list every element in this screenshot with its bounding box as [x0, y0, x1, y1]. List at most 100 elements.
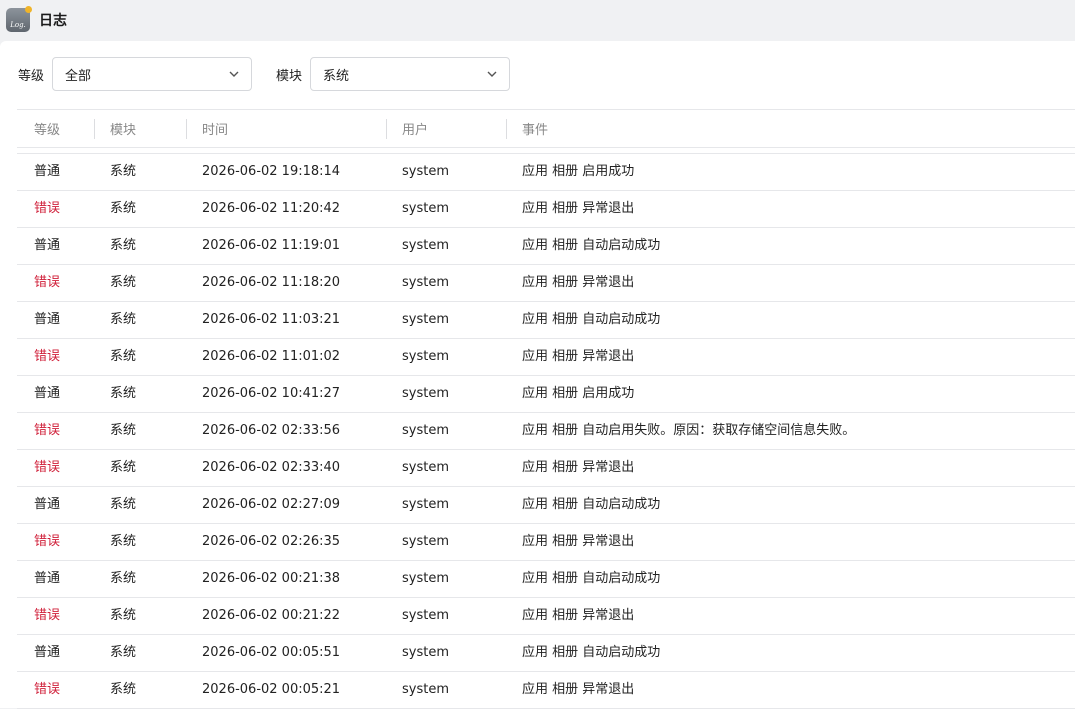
log-time: 2026-06-02 11:19:01 — [202, 238, 341, 253]
log-time: 2026-06-02 11:03:21 — [202, 312, 341, 327]
column-header-module[interactable]: 模块 — [110, 110, 136, 147]
table-row[interactable]: 普通 系统 2026-06-02 11:03:21 system 应用 相册 自动启动成… — [17, 302, 1075, 339]
column-header-time[interactable]: 时间 — [202, 110, 228, 147]
table-row[interactable]: 普通 系统 2026-06-02 11:19:01 system 应用 相册 自动启动成… — [17, 228, 1075, 265]
log-event: 应用 相册 自动启动成功 — [522, 497, 661, 512]
log-user: system — [402, 386, 449, 401]
log-event: 应用 相册 自动启动成功 — [522, 645, 661, 660]
log-level: 普通 — [34, 571, 61, 586]
table-row[interactable]: 错误 系统 2026-06-02 11:18:20 system 应用 相册 异常退出 — [17, 265, 1075, 302]
log-user: system — [402, 312, 449, 327]
column-header-event[interactable]: 事件 — [522, 110, 548, 147]
log-user: system — [402, 571, 449, 586]
table-row[interactable]: 错误 系统 2026-06-02 11:20:42 system 应用 相册 异常退出 — [17, 191, 1075, 228]
level-filter-value: 全部 — [65, 68, 92, 84]
log-module: 系统 — [110, 386, 137, 401]
table-row[interactable]: 错误 系统 2026-06-02 02:33:40 system 应用 相册 异常退出 — [17, 450, 1075, 487]
badge-dot-icon — [25, 6, 32, 13]
log-event: 应用 相册 自动启动成功 — [522, 238, 661, 253]
table-row[interactable]: 普通 系统 2026-06-02 00:05:51 system 应用 相册 自动启动成… — [17, 635, 1075, 672]
log-event: 应用 相册 异常退出 — [522, 460, 635, 475]
log-event: 应用 相册 异常退出 — [522, 275, 635, 290]
log-time: 2026-06-02 02:27:09 — [202, 497, 341, 512]
table-row[interactable]: 错误 系统 2026-06-02 11:01:02 system 应用 相册 异常退出 — [17, 339, 1075, 376]
log-user: system — [402, 645, 449, 660]
log-user: system — [402, 201, 449, 216]
log-user: system — [402, 238, 449, 253]
log-event: 应用 相册 异常退出 — [522, 201, 635, 216]
module-filter-select[interactable]: 系统 — [310, 57, 511, 91]
log-level: 普通 — [34, 645, 61, 660]
log-module: 系统 — [110, 682, 137, 697]
table-row[interactable]: 普通 系统 2026-06-02 19:18:14 system 应用 相册 启用成功 — [17, 154, 1075, 191]
log-time: 2026-06-02 11:20:42 — [202, 201, 341, 216]
log-level: 错误 — [34, 682, 61, 697]
log-module: 系统 — [110, 497, 137, 512]
column-divider[interactable] — [506, 119, 507, 139]
log-event: 应用 相册 异常退出 — [522, 534, 635, 549]
log-time: 2026-06-02 10:41:27 — [202, 386, 341, 401]
app-icon-text: Log. — [10, 21, 26, 29]
log-user: system — [402, 460, 449, 475]
table-row[interactable]: 错误 系统 2026-06-02 00:05:21 system 应用 相册 异常退出 — [17, 672, 1075, 709]
log-level: 普通 — [34, 312, 61, 327]
log-event: 应用 相册 自动启动成功 — [522, 312, 661, 327]
log-module: 系统 — [110, 238, 137, 253]
table-header: 等级 模块 时间 用户 事件 — [17, 109, 1075, 148]
log-module: 系统 — [110, 534, 137, 549]
column-header-user[interactable]: 用户 — [402, 110, 428, 147]
log-user: system — [402, 275, 449, 290]
table-row[interactable]: 错误 系统 2026-06-02 02:33:56 system 应用 相册 自动启用失… — [17, 413, 1075, 450]
log-time: 2026-06-02 11:18:20 — [202, 275, 341, 290]
log-time: 2026-06-02 00:05:51 — [202, 645, 341, 660]
table-row[interactable]: 普通 系统 2026-06-02 00:21:38 system 应用 相册 自动启动成… — [17, 561, 1075, 598]
table-row[interactable]: 错误 系统 2026-06-02 00:21:22 system 应用 相册 异常退出 — [17, 598, 1075, 635]
log-table: 等级 模块 时间 用户 事件 普通 系统 2026-06-02 19:18:14 sy… — [17, 109, 1075, 709]
log-module: 系统 — [110, 608, 137, 623]
log-time: 2026-06-02 02:33:40 — [202, 460, 341, 475]
column-divider[interactable] — [94, 119, 95, 139]
column-header-level[interactable]: 等级 — [34, 110, 60, 147]
table-row[interactable]: 错误 系统 2026-06-02 02:26:35 system 应用 相册 异常退出 — [17, 524, 1075, 561]
column-divider[interactable] — [386, 119, 387, 139]
table-row[interactable]: 普通 系统 2026-06-02 02:27:09 system 应用 相册 自动启动成… — [17, 487, 1075, 524]
log-level: 错误 — [34, 460, 61, 475]
log-user: system — [402, 349, 449, 364]
level-filter-select[interactable]: 全部 — [52, 57, 253, 91]
log-user: system — [402, 608, 449, 623]
log-level: 错误 — [34, 201, 61, 216]
log-event: 应用 相册 异常退出 — [522, 682, 635, 697]
level-filter-label: 等级 — [18, 68, 45, 84]
log-app-icon: Log. — [6, 6, 32, 32]
log-time: 2026-06-02 00:05:21 — [202, 682, 341, 697]
log-time: 2026-06-02 02:26:35 — [202, 534, 341, 549]
log-event: 应用 相册 自动启动成功 — [522, 571, 661, 586]
log-level: 普通 — [34, 497, 61, 512]
log-module: 系统 — [110, 460, 137, 475]
log-module: 系统 — [110, 423, 137, 438]
log-time: 2026-06-02 11:01:02 — [202, 349, 341, 364]
table-body: 普通 系统 2026-06-02 19:18:14 system 应用 相册 启用成功错… — [17, 154, 1075, 709]
log-level: 普通 — [34, 386, 61, 401]
module-filter-value: 系统 — [323, 68, 350, 84]
log-level: 错误 — [34, 608, 61, 623]
log-module: 系统 — [110, 571, 137, 586]
chevron-down-icon — [487, 71, 497, 77]
log-user: system — [402, 423, 449, 438]
column-divider[interactable] — [186, 119, 187, 139]
log-event: 应用 相册 异常退出 — [522, 608, 635, 623]
app-title: 日志 — [39, 13, 67, 29]
main-panel: 等级 全部 模块 系统 等级 模块 时间 用户 事件 普通 系统 2026-06-0… — [0, 41, 1075, 709]
log-time: 2026-06-02 19:18:14 — [202, 164, 341, 179]
log-module: 系统 — [110, 164, 137, 179]
module-filter-label: 模块 — [276, 68, 303, 84]
log-level: 错误 — [34, 275, 61, 290]
log-event: 应用 相册 自动启用失败。原因：获取存储空间信息失败。 — [522, 423, 856, 438]
log-module: 系统 — [110, 201, 137, 216]
log-module: 系统 — [110, 312, 137, 327]
log-user: system — [402, 497, 449, 512]
log-event: 应用 相册 启用成功 — [522, 386, 635, 401]
log-event: 应用 相册 异常退出 — [522, 349, 635, 364]
table-row[interactable]: 普通 系统 2026-06-02 10:41:27 system 应用 相册 启用成功 — [17, 376, 1075, 413]
log-level: 错误 — [34, 423, 61, 438]
